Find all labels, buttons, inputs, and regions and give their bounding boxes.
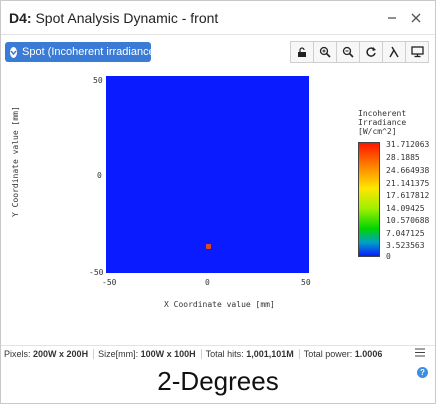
caption-text: 2-Degrees — [157, 366, 279, 396]
colorbar-title-line: [W/cm^2] — [358, 127, 397, 136]
y-axis-label: Y Coordinate value [mm] — [11, 106, 20, 217]
x-tick-right: 50 — [301, 278, 311, 287]
colorbar-label: 7.047125 — [386, 229, 425, 238]
spot-analysis-window: D4: Spot Analysis Dynamic - front Spot (… — [0, 0, 436, 404]
minimize-button[interactable] — [381, 7, 403, 29]
monitor-icon — [410, 46, 424, 58]
lambda-icon — [389, 46, 399, 58]
display-button[interactable] — [405, 41, 429, 63]
status-pixels: Pixels: 200W x 200H — [4, 348, 95, 359]
colorbar-label: 28.1885 — [386, 153, 420, 162]
lock-button[interactable] — [290, 41, 314, 63]
window-title-text: Spot Analysis Dynamic - front — [35, 10, 219, 26]
zoom-in-icon — [319, 46, 331, 58]
colorbar-label: 3.523563 — [386, 241, 425, 250]
irradiance-map[interactable] — [106, 76, 309, 273]
help-icon[interactable]: ? — [417, 367, 428, 378]
colorbar-label: 21.141375 — [386, 179, 430, 188]
colorbar-title-line: Incoherent — [358, 109, 407, 118]
colorbar-label: 0 — [386, 252, 391, 261]
lock-icon — [298, 47, 306, 57]
x-axis-label: X Coordinate value [mm] — [164, 300, 275, 309]
chevron-down-icon — [10, 46, 17, 58]
view-tools — [290, 41, 429, 65]
colorbar-label: 24.664938 — [386, 166, 430, 175]
irradiance-plot: 50 0 -50 -50 0 50 X Coordinate value [mm… — [1, 67, 435, 343]
status-total-power: Total power: 1.0006 — [303, 348, 383, 359]
colorbar-title: Incoherent Irradiance [W/cm^2] — [358, 109, 406, 136]
spot-mode-dropdown[interactable]: Spot (Incoherent irradiance) — [5, 42, 158, 62]
y-tick-bottom: -50 — [89, 268, 104, 277]
wavelength-button[interactable] — [382, 41, 406, 63]
spot-mode-label: Spot (Incoherent irradiance) — [22, 46, 159, 58]
colorbar-label: 17.617812 — [386, 191, 430, 200]
window-title-prefix: D4: — [9, 10, 32, 26]
close-button[interactable] — [405, 7, 427, 29]
y-tick-top: 50 — [93, 76, 103, 85]
title-bar: D4: Spot Analysis Dynamic - front — [1, 1, 435, 35]
zoom-out-button[interactable] — [336, 41, 360, 63]
colorbar-label: 31.712063 — [386, 140, 430, 149]
spot-hotspot — [206, 244, 211, 249]
colorbar — [358, 142, 380, 257]
status-size: Size[mm]: 100W x 100H — [98, 348, 202, 359]
x-tick-left: -50 — [102, 278, 117, 287]
status-total-hits: Total hits: 1,001,101M — [206, 348, 300, 359]
window-title: D4: Spot Analysis Dynamic - front — [9, 10, 218, 26]
zoom-out-icon — [342, 46, 354, 58]
colorbar-title-line: Irradiance — [358, 118, 407, 127]
x-tick-middle: 0 — [205, 278, 210, 287]
status-bar: Pixels: 200W x 200H Size[mm]: 100W x 100… — [1, 345, 435, 361]
zoom-in-button[interactable] — [313, 41, 337, 63]
toolbar: Spot (Incoherent irradiance) — [1, 37, 435, 67]
y-tick-middle: 0 — [97, 171, 102, 180]
refresh-icon — [366, 47, 376, 57]
colorbar-label: 10.570688 — [386, 216, 430, 225]
colorbar-label: 14.09425 — [386, 204, 425, 213]
minimize-icon — [388, 17, 396, 19]
refresh-button[interactable] — [359, 41, 383, 63]
hamburger-menu-icon[interactable] — [415, 348, 425, 360]
close-icon — [411, 13, 421, 23]
